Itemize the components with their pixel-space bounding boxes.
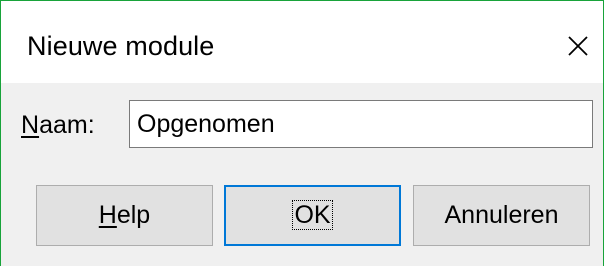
new-module-dialog: Nieuwe module Naam: Help OK Annuleren (0, 0, 604, 266)
name-input[interactable] (129, 100, 593, 148)
help-button[interactable]: Help (36, 185, 213, 246)
name-label-text: aam: (39, 111, 95, 139)
name-label-accelerator: N (21, 111, 40, 139)
cancel-button[interactable]: Annuleren (413, 185, 590, 246)
cancel-button-label: Annuleren (444, 201, 559, 229)
help-button-label: elp (116, 201, 151, 229)
title-bar: Nieuwe module (1, 1, 603, 83)
ok-button-label: OK (292, 200, 333, 230)
name-label: Naam: (21, 111, 95, 140)
ok-button[interactable]: OK (224, 185, 401, 246)
close-button[interactable] (565, 33, 591, 59)
dialog-title: Nieuwe module (27, 31, 215, 61)
close-icon (568, 36, 588, 56)
help-button-accelerator: H (98, 201, 117, 229)
